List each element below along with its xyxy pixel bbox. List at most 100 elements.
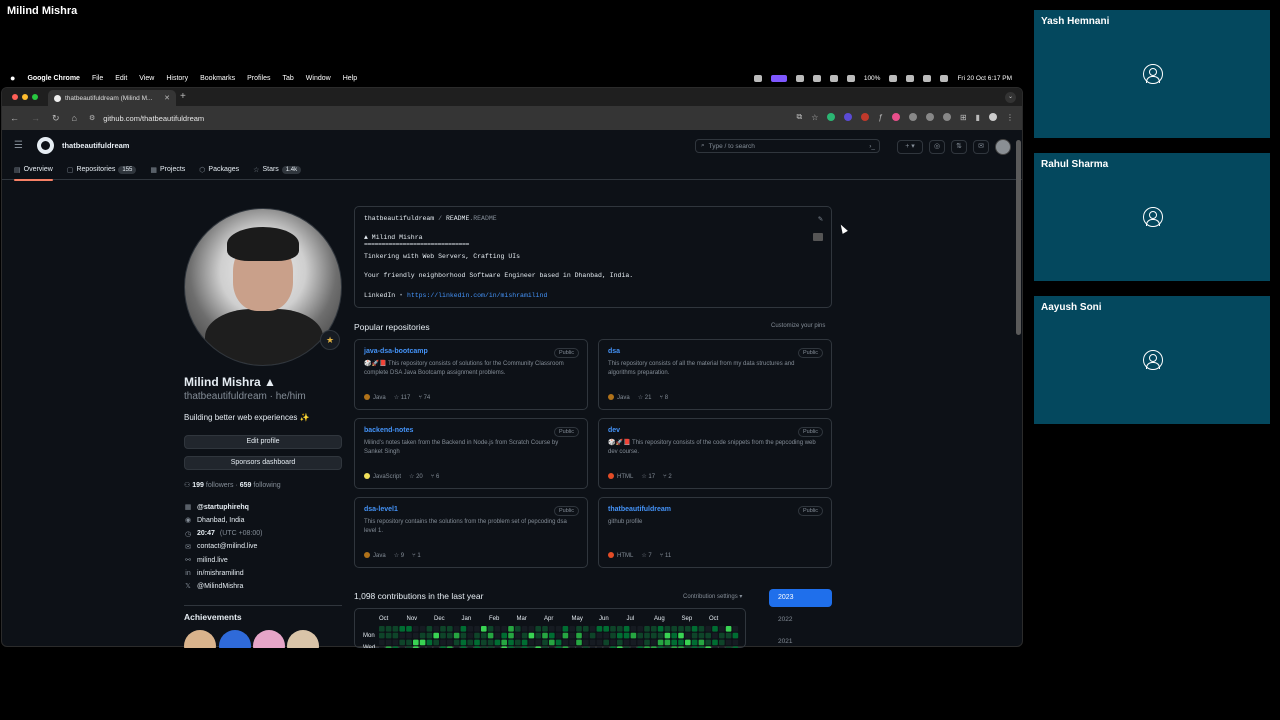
contribution-day-cell[interactable] xyxy=(385,626,392,632)
contribution-day-cell[interactable] xyxy=(623,639,630,646)
contribution-day-cell[interactable] xyxy=(447,632,453,639)
year-2021-button[interactable]: 2021 xyxy=(778,638,792,645)
repo-name-link[interactable]: backend-notes xyxy=(364,427,578,434)
contribution-day-cell[interactable] xyxy=(657,632,664,639)
contribution-day-cell[interactable] xyxy=(521,626,528,632)
contribution-day-cell[interactable] xyxy=(603,632,609,639)
battery-icon[interactable] xyxy=(889,74,898,82)
hamburger-menu-icon[interactable]: ☰ xyxy=(14,140,23,151)
contribution-day-cell[interactable] xyxy=(426,632,433,639)
contribution-day-cell[interactable] xyxy=(385,639,392,646)
forward-arrow-icon[interactable]: → xyxy=(31,113,40,123)
reload-icon[interactable]: ↻ xyxy=(52,113,60,124)
following-count[interactable]: 659 xyxy=(240,482,252,489)
extension-function-icon[interactable]: ƒ xyxy=(878,113,882,122)
menu-view[interactable]: View xyxy=(139,75,154,82)
contribution-day-cell[interactable] xyxy=(460,639,467,646)
site-info-icon[interactable]: ⚙ xyxy=(89,114,95,122)
repo-name-link[interactable]: thatbeautifuldream xyxy=(608,506,822,513)
control-center-icon[interactable] xyxy=(923,74,932,82)
repo-stars[interactable]: ☆ 21 xyxy=(638,394,652,401)
contribution-day-cell[interactable] xyxy=(603,626,609,632)
contribution-day-cell[interactable] xyxy=(671,626,677,632)
contribution-day-cell[interactable] xyxy=(555,639,562,646)
contribution-day-cell[interactable] xyxy=(501,626,507,632)
contribution-day-cell[interactable] xyxy=(487,626,494,632)
tab-overview[interactable]: ▤ Overview xyxy=(14,160,53,181)
contribution-day-cell[interactable] xyxy=(664,632,671,639)
contribution-day-cell[interactable] xyxy=(685,639,691,646)
year-2023-button[interactable]: 2023 xyxy=(769,589,832,607)
tab-stars[interactable]: ☆ Stars 1.4k xyxy=(253,160,302,180)
contribution-day-cell[interactable] xyxy=(419,626,426,632)
contribution-day-cell[interactable] xyxy=(419,632,426,639)
contribution-day-cell[interactable] xyxy=(589,639,596,646)
repo-name-link[interactable]: java-dsa-bootcamp xyxy=(364,348,578,355)
contribution-day-cell[interactable] xyxy=(657,639,664,646)
contribution-day-cell[interactable] xyxy=(535,626,541,632)
menu-profiles[interactable]: Profiles xyxy=(247,75,270,82)
contribution-day-cell[interactable] xyxy=(392,632,399,639)
contribution-day-cell[interactable] xyxy=(664,639,671,646)
repo-forks[interactable]: ⑂ 8 xyxy=(659,395,668,401)
contribution-day-cell[interactable] xyxy=(583,626,589,632)
create-new-button[interactable]: + ▾ xyxy=(897,140,923,154)
extension-grammar-icon[interactable] xyxy=(827,113,836,121)
contribution-day-cell[interactable] xyxy=(671,632,677,639)
contribution-day-cell[interactable] xyxy=(576,639,582,646)
contribution-day-cell[interactable] xyxy=(725,639,732,646)
menu-edit[interactable]: Edit xyxy=(115,75,127,82)
contribution-day-cell[interactable] xyxy=(528,639,535,646)
minimize-window-button[interactable] xyxy=(22,94,28,100)
contribution-day-cell[interactable] xyxy=(583,632,589,639)
contribution-day-cell[interactable] xyxy=(433,626,439,632)
contribution-day-cell[interactable] xyxy=(569,639,575,646)
browser-tab-active[interactable]: thatbeautifuldream (Milind M... ✕ xyxy=(48,90,176,106)
contribution-day-cell[interactable] xyxy=(474,632,480,639)
contribution-day-cell[interactable] xyxy=(596,632,603,639)
contribution-day-cell[interactable] xyxy=(698,626,705,632)
contribution-day-cell[interactable] xyxy=(569,626,575,632)
contribution-day-cell[interactable] xyxy=(440,626,446,632)
menu-bookmarks[interactable]: Bookmarks xyxy=(200,75,235,82)
contribution-day-cell[interactable] xyxy=(528,626,535,632)
contribution-day-cell[interactable] xyxy=(379,632,385,639)
contribution-day-cell[interactable] xyxy=(623,632,630,639)
contribution-day-cell[interactable] xyxy=(644,639,650,646)
contribution-day-cell[interactable] xyxy=(481,639,487,646)
user-avatar[interactable] xyxy=(995,139,1011,155)
back-arrow-icon[interactable]: ← xyxy=(10,113,19,123)
contribution-day-cell[interactable] xyxy=(481,632,487,639)
contribution-day-cell[interactable] xyxy=(596,639,603,646)
contribution-day-cell[interactable] xyxy=(521,639,528,646)
close-window-button[interactable] xyxy=(12,94,18,100)
profile-email[interactable]: contact@milind.live xyxy=(197,543,257,550)
profile-org[interactable]: @startuphirehq xyxy=(197,504,249,511)
contribution-day-cell[interactable] xyxy=(678,626,684,632)
install-app-icon[interactable]: ⧉ xyxy=(797,112,803,122)
contribution-day-cell[interactable] xyxy=(576,632,582,639)
contribution-day-cell[interactable] xyxy=(610,626,616,632)
contribution-day-cell[interactable] xyxy=(617,632,623,639)
contribution-day-cell[interactable] xyxy=(379,639,385,646)
zoom-window-button[interactable] xyxy=(32,94,38,100)
status-emoji-icon[interactable]: ★ xyxy=(320,330,340,350)
tray-app-icon[interactable] xyxy=(753,74,762,82)
contribution-day-cell[interactable] xyxy=(630,632,637,639)
contribution-day-cell[interactable] xyxy=(453,639,460,646)
contribution-day-cell[interactable] xyxy=(542,639,548,646)
contribution-day-cell[interactable] xyxy=(685,632,691,639)
menu-file[interactable]: File xyxy=(92,75,103,82)
repo-forks[interactable]: ⑂ 11 xyxy=(660,553,672,559)
participant-tile[interactable]: Yash Hemnani xyxy=(1034,10,1270,138)
menu-tab[interactable]: Tab xyxy=(282,75,293,82)
contribution-day-cell[interactable] xyxy=(637,626,643,632)
contribution-day-cell[interactable] xyxy=(508,626,514,632)
tab-packages[interactable]: ⬡ Packages xyxy=(199,160,239,180)
contribution-day-cell[interactable] xyxy=(426,639,433,646)
year-2022-button[interactable]: 2022 xyxy=(778,616,792,623)
repo-stars[interactable]: ☆ 7 xyxy=(641,552,651,559)
contribution-day-cell[interactable] xyxy=(379,626,385,632)
contribution-day-cell[interactable] xyxy=(596,626,603,632)
close-tab-icon[interactable]: ✕ xyxy=(164,94,170,102)
